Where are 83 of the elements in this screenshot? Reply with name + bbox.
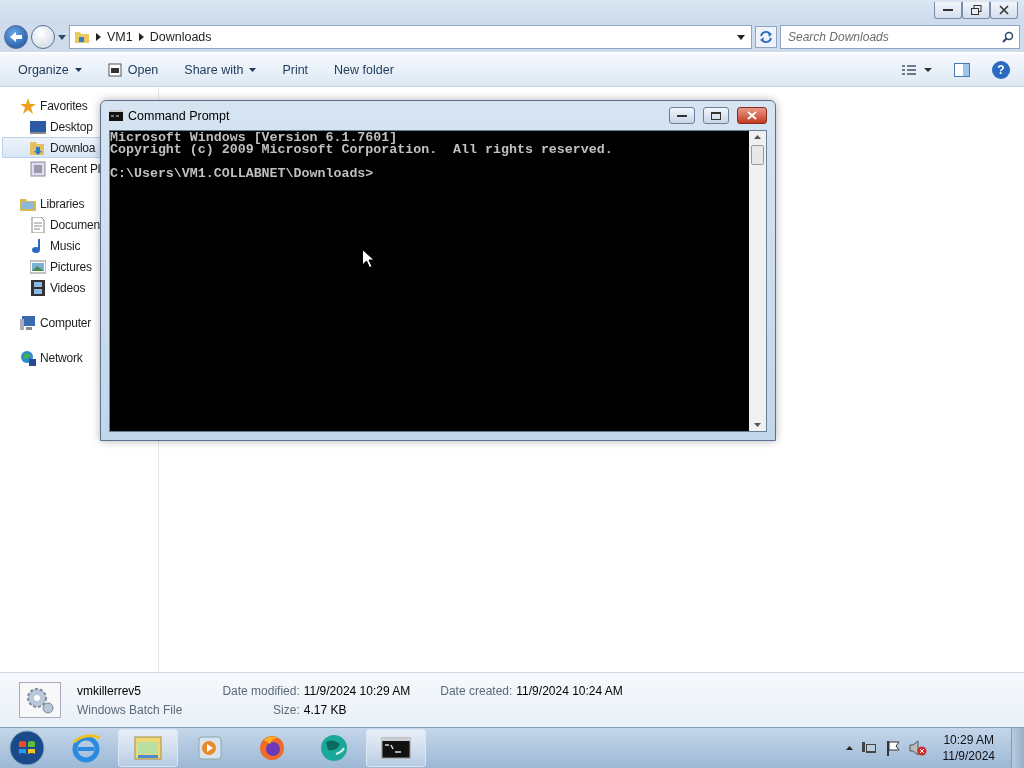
help-button[interactable]: ? xyxy=(992,61,1010,79)
field-value: 11/9/2024 10:29 AM xyxy=(303,683,411,698)
desktop-icon xyxy=(30,118,46,135)
toolbar-button[interactable]: Share with xyxy=(176,59,265,81)
nav-item[interactable]: Favorites xyxy=(20,95,88,116)
clock-time[interactable]: 10:29 AM xyxy=(943,733,995,747)
nav-item[interactable]: Computer xyxy=(20,312,92,333)
computer-icon xyxy=(20,314,36,331)
batch-file-icon xyxy=(19,682,61,718)
window-title: Command Prompt xyxy=(128,108,230,123)
document-icon xyxy=(30,216,46,233)
scroll-up-icon[interactable] xyxy=(754,135,761,139)
browser-e-icon xyxy=(70,732,102,764)
field-label: Size: xyxy=(272,702,300,717)
search-field[interactable]: Search Downloads xyxy=(780,25,1020,49)
minimize-button[interactable] xyxy=(669,107,695,124)
breadcrumb[interactable]: VM1 xyxy=(107,30,133,44)
pictures-icon xyxy=(30,258,46,275)
view-options-icon[interactable] xyxy=(902,64,932,76)
restore-button[interactable] xyxy=(962,2,990,19)
refresh-button[interactable] xyxy=(755,26,777,48)
breadcrumb-arrow-icon xyxy=(96,33,101,41)
close-icon xyxy=(999,5,1009,15)
nav-item[interactable]: Network xyxy=(20,347,83,368)
console-line: Copyright (c) 2009 Microsoft Corporation. All rights reserved. xyxy=(110,144,613,156)
folder-icon xyxy=(74,29,90,45)
flag-icon[interactable] xyxy=(884,740,901,756)
organize-button[interactable]: Organize xyxy=(10,59,90,81)
maximize-button[interactable] xyxy=(703,107,729,124)
toolbar-button[interactable]: Print xyxy=(274,59,317,81)
refresh-icon xyxy=(759,31,773,43)
toolbar-button[interactable]: New folder xyxy=(326,59,402,81)
minimize-icon xyxy=(943,8,953,12)
nav-item[interactable]: Pictures xyxy=(30,256,92,277)
field-value: 11/9/2024 10:24 AM xyxy=(516,683,623,698)
nav-item[interactable]: Downloa xyxy=(2,137,100,158)
search-icon[interactable] xyxy=(1002,31,1014,43)
network-icon xyxy=(20,349,36,366)
clock-date[interactable]: 11/9/2024 xyxy=(942,749,995,763)
show-hidden-icons-icon[interactable] xyxy=(845,746,853,750)
network-icon[interactable] xyxy=(860,740,877,756)
scroll-thumb[interactable] xyxy=(751,145,764,165)
downloads-icon xyxy=(30,139,46,156)
globe-icon xyxy=(318,732,350,764)
star-icon xyxy=(20,97,36,114)
console-icon xyxy=(109,110,123,121)
back-arrow-icon xyxy=(9,31,23,43)
caret-icon[interactable] xyxy=(737,34,745,40)
minimize-button[interactable] xyxy=(934,2,962,19)
breadcrumb[interactable]: Downloads xyxy=(149,30,212,44)
field-label: Date modified: xyxy=(222,683,300,698)
recent-pages-caret-icon[interactable] xyxy=(58,34,66,40)
nav-item[interactable]: Recent Pl xyxy=(30,158,101,179)
file-type: Windows Batch File xyxy=(77,702,183,717)
close-button[interactable] xyxy=(737,107,767,124)
nav-item[interactable]: Documen xyxy=(30,214,100,235)
scroll-down-icon[interactable] xyxy=(754,423,761,427)
close-button[interactable] xyxy=(990,2,1018,19)
nav-item[interactable]: Libraries xyxy=(20,193,85,214)
open-file-icon xyxy=(107,63,122,77)
nav-item[interactable]: Music xyxy=(30,235,81,256)
open-button[interactable]: Open xyxy=(99,59,167,81)
back-button[interactable] xyxy=(4,25,28,49)
restore-icon xyxy=(970,5,982,15)
speaker-muted-icon[interactable] xyxy=(908,740,927,756)
windows-logo-icon xyxy=(9,730,45,766)
recent-icon xyxy=(30,160,46,177)
breadcrumb-arrow-icon xyxy=(138,33,144,41)
field-value: 4.17 KB xyxy=(303,702,348,717)
preview-pane-icon[interactable] xyxy=(954,63,970,77)
videos-icon xyxy=(30,279,46,296)
address-bar[interactable]: VM1 Downloads xyxy=(69,25,752,49)
file-name: vmkillerrev5 xyxy=(77,683,142,698)
forward-button[interactable] xyxy=(31,25,55,49)
maximize-icon xyxy=(711,111,721,120)
console-prompt: C:\Users\VM1.COLLABNET\Downloads> xyxy=(110,168,374,180)
mouse-pointer-icon xyxy=(362,249,374,268)
console-line: Microsoft Windows [Version 6.1.7601] xyxy=(110,132,398,144)
nav-item[interactable]: Desktop xyxy=(30,116,93,137)
taskbar-button[interactable] xyxy=(366,729,426,767)
nav-item[interactable]: Videos xyxy=(30,277,86,298)
close-icon xyxy=(747,111,757,120)
field-label: Date created: xyxy=(440,683,513,698)
